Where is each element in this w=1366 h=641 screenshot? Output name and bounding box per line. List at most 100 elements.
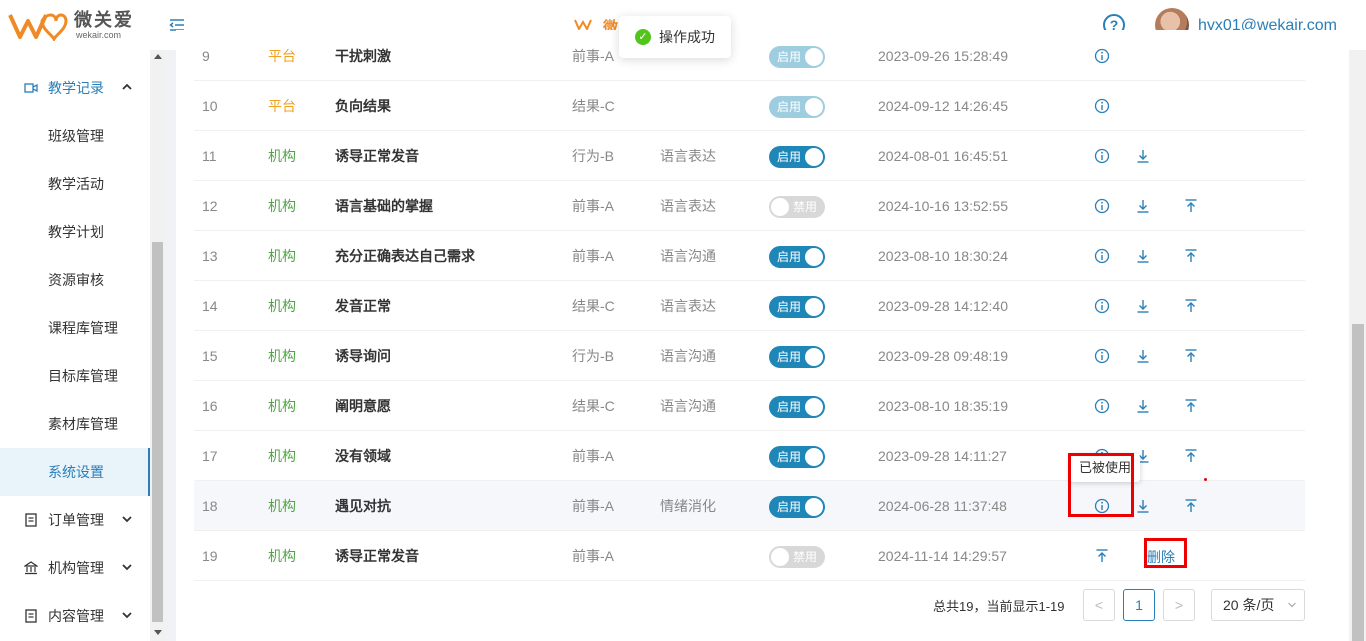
row-index: 18 xyxy=(202,498,218,514)
status-toggle[interactable]: 启用 xyxy=(769,96,825,118)
row-index: 13 xyxy=(202,248,218,264)
toggle-label: 启用 xyxy=(777,300,802,314)
page-scroll-thumb[interactable] xyxy=(1352,324,1364,641)
status-toggle[interactable]: 启用 xyxy=(769,46,825,68)
row-source: 机构 xyxy=(268,448,296,464)
sidebar-item-system-settings[interactable]: 系统设置 xyxy=(0,448,150,496)
sidebar-item-class-management[interactable]: 班级管理 xyxy=(0,112,150,160)
row-source: 机构 xyxy=(268,198,296,214)
sidebar-item-label: 系统设置 xyxy=(48,464,104,480)
prev-page-button[interactable]: < xyxy=(1083,589,1115,621)
sidebar-item-course-library[interactable]: 课程库管理 xyxy=(0,304,150,352)
info-icon[interactable] xyxy=(1094,198,1110,214)
upload-icon[interactable] xyxy=(1183,348,1199,364)
row-category: 行为-B xyxy=(572,148,614,164)
row-source: 机构 xyxy=(268,548,296,564)
upload-icon[interactable] xyxy=(1183,448,1199,464)
row-source: 平台 xyxy=(268,98,296,114)
toggle-knob xyxy=(805,98,823,116)
row-index: 12 xyxy=(202,198,218,214)
status-toggle[interactable]: 启用 xyxy=(769,246,825,268)
download-icon[interactable] xyxy=(1135,348,1151,364)
info-icon[interactable] xyxy=(1094,98,1110,114)
status-toggle[interactable]: 启用 xyxy=(769,346,825,368)
download-icon[interactable] xyxy=(1135,498,1151,514)
download-icon[interactable] xyxy=(1135,148,1151,164)
status-toggle[interactable]: 禁用 xyxy=(769,546,825,568)
download-icon[interactable] xyxy=(1135,298,1151,314)
row-category: 前事-A xyxy=(572,498,614,514)
annotation-box xyxy=(1068,453,1134,517)
chevron-down-icon xyxy=(122,612,132,619)
table-row: 11 机构 诱导正常发音 行为-B 语言表达 启用 2024-08-01 16:45:51 xyxy=(194,131,1305,181)
row-time: 2023-09-28 09:48:19 xyxy=(878,348,1008,364)
toggle-knob xyxy=(805,298,823,316)
info-icon[interactable] xyxy=(1094,48,1110,64)
upload-icon[interactable] xyxy=(1183,298,1199,314)
upload-icon[interactable] xyxy=(1183,398,1199,414)
row-time: 2024-09-12 14:26:45 xyxy=(878,98,1008,114)
scroll-up-arrow-icon[interactable] xyxy=(154,54,162,59)
row-name: 阐明意愿 xyxy=(335,398,391,414)
row-index: 9 xyxy=(202,48,210,64)
sidebar-item-label: 目标库管理 xyxy=(48,368,118,384)
page-1-button[interactable]: 1 xyxy=(1123,589,1155,621)
upload-icon[interactable] xyxy=(1183,198,1199,214)
sidebar-scroll-thumb[interactable] xyxy=(152,242,163,622)
wekair-logo-icon xyxy=(8,13,68,41)
status-toggle[interactable]: 启用 xyxy=(769,296,825,318)
row-time: 2024-11-14 14:29:57 xyxy=(878,548,1007,564)
sidebar-item-label: 课程库管理 xyxy=(48,320,118,336)
next-page-button[interactable]: > xyxy=(1163,589,1195,621)
sidebar-group-teaching-records[interactable]: 教学记录 xyxy=(0,64,150,112)
info-icon[interactable] xyxy=(1094,148,1110,164)
sidebar-item-resource-review[interactable]: 资源审核 xyxy=(0,256,150,304)
upload-icon[interactable] xyxy=(1094,548,1110,564)
row-category: 结果-C xyxy=(572,398,615,414)
document-icon xyxy=(25,609,37,623)
status-toggle[interactable]: 启用 xyxy=(769,496,825,518)
table-row: 15 机构 诱导询问 行为-B 语言沟通 启用 2023-09-28 09:48:19 xyxy=(194,331,1305,381)
brand-logo[interactable]: 微关爱 wekair.com xyxy=(8,7,134,43)
sidebar-item-goal-library[interactable]: 目标库管理 xyxy=(0,352,150,400)
sidebar-group-institutions[interactable]: 机构管理 xyxy=(0,544,150,592)
sidebar-item-label: 资源审核 xyxy=(48,272,104,288)
row-domain: 语言沟通 xyxy=(660,398,716,414)
toggle-label: 启用 xyxy=(777,50,802,64)
sidebar-menu: 教学记录 班级管理 教学活动 教学计划 资源审核 课程库管理 目标库管理 素材库… xyxy=(0,50,150,641)
sidebar-item-teaching-activities[interactable]: 教学活动 xyxy=(0,160,150,208)
sidebar-item-teaching-plan[interactable]: 教学计划 xyxy=(0,208,150,256)
sidebar-item-label: 教学记录 xyxy=(48,80,104,96)
chevron-down-icon xyxy=(122,516,132,523)
row-index: 15 xyxy=(202,348,218,364)
info-icon[interactable] xyxy=(1094,398,1110,414)
row-category: 前事-A xyxy=(572,548,614,564)
status-toggle[interactable]: 启用 xyxy=(769,146,825,168)
sidebar-group-content[interactable]: 内容管理 xyxy=(0,592,150,640)
table-row: 16 机构 阐明意愿 结果-C 语言沟通 启用 2023-08-10 18:35:19 xyxy=(194,381,1305,431)
pagination-total: 总共19，当前显示1-19 xyxy=(933,599,1065,614)
row-index: 10 xyxy=(202,98,218,114)
download-icon[interactable] xyxy=(1135,198,1151,214)
page-size-select[interactable]: 20 条/页 xyxy=(1211,589,1305,621)
toggle-label: 启用 xyxy=(777,250,802,264)
status-toggle[interactable]: 启用 xyxy=(769,396,825,418)
toggle-label: 启用 xyxy=(777,500,802,514)
upload-icon[interactable] xyxy=(1183,248,1199,264)
upload-icon[interactable] xyxy=(1183,498,1199,514)
status-toggle[interactable]: 禁用 xyxy=(769,196,825,218)
row-domain: 语言表达 xyxy=(660,298,716,314)
check-circle-icon: ✓ xyxy=(635,29,651,45)
download-icon[interactable] xyxy=(1135,398,1151,414)
scroll-down-arrow-icon[interactable] xyxy=(154,630,162,635)
info-icon[interactable] xyxy=(1094,298,1110,314)
download-icon[interactable] xyxy=(1135,248,1151,264)
info-icon[interactable] xyxy=(1094,348,1110,364)
info-icon[interactable] xyxy=(1094,248,1110,264)
sidebar-group-orders[interactable]: 订单管理 xyxy=(0,496,150,544)
status-toggle[interactable]: 启用 xyxy=(769,446,825,468)
toggle-knob xyxy=(771,548,789,566)
row-category: 前事-A xyxy=(572,198,614,214)
sidebar-item-material-library[interactable]: 素材库管理 xyxy=(0,400,150,448)
row-time: 2024-10-16 13:52:55 xyxy=(878,198,1008,214)
